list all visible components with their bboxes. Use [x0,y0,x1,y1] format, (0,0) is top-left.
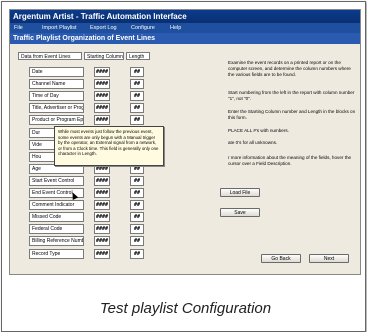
load-file-button[interactable]: Load File [220,188,260,197]
field-label: Date [29,67,84,77]
starting-column-input[interactable]: #### [94,175,110,186]
field-label: Product or Program Episode [29,115,84,126]
field-label: Channel Name [29,79,84,90]
starting-column-input[interactable]: #### [94,248,110,259]
save-button[interactable]: Save [220,208,260,217]
field-label: Record Type [29,248,84,259]
field-label: Title, Advertiser or Program [29,103,84,114]
page-title: Traffic Playlist Organization of Event L… [10,33,360,44]
header-data: Data from Event Lines [18,52,82,60]
menu-help[interactable]: Help [170,23,181,33]
header-starting-column: Starting Column [84,52,124,60]
window-title: Argentum Artist - Traffic Automation Int… [10,10,360,23]
figure-frame: Argentum Artist - Traffic Automation Int… [1,1,366,332]
help-text-6: r more information about the meaning of … [228,155,352,166]
field-label: Billing Reference Number [29,236,84,247]
length-input[interactable]: ## [130,212,144,223]
length-input[interactable]: ## [130,188,144,198]
menu-export-log[interactable]: Export Log [90,23,117,33]
help-text-5: ate 0's for all unknowns. [228,140,278,145]
help-text-4: PLACE ALL #'s with numbers. [228,128,289,133]
next-button[interactable]: Next [309,254,349,263]
field-label: Time of Day [29,91,84,102]
length-input[interactable]: ## [130,67,144,77]
help-text-1: Examine the event records on a printed r… [228,60,351,77]
starting-column-input[interactable]: #### [94,224,110,235]
go-back-button[interactable]: Go Back [261,254,301,263]
length-input[interactable]: ## [130,248,144,259]
starting-column-input[interactable]: #### [94,236,110,247]
app-window: Argentum Artist - Traffic Automation Int… [9,9,361,275]
field-label: Federal Code [29,224,84,235]
starting-column-input[interactable]: #### [94,212,110,223]
field-label: Comment Indicator [29,200,84,211]
menu-import-playlist[interactable]: Import Playlist [42,23,77,33]
field-description-tooltip: While most events just follow the previo… [54,126,164,166]
field-label: Missed Code [29,212,84,223]
length-input[interactable]: ## [130,79,144,90]
length-input[interactable]: ## [130,91,144,102]
starting-column-input[interactable]: #### [94,79,110,90]
help-text-2: Start numbering from the left in the rep… [228,90,355,101]
starting-column-input[interactable]: #### [94,103,110,114]
length-input[interactable]: ## [130,236,144,247]
length-input[interactable]: ## [130,224,144,235]
field-label: Start Event Control [29,175,84,186]
starting-column-input[interactable]: #### [94,115,110,126]
length-input[interactable]: ## [130,175,144,186]
starting-column-input[interactable]: #### [94,91,110,102]
header-length: Length [126,52,150,60]
starting-column-input[interactable]: #### [94,188,110,198]
starting-column-input[interactable]: #### [94,67,110,77]
length-input[interactable]: ## [130,103,144,114]
length-input[interactable]: ## [130,200,144,211]
menu-file[interactable]: File [14,23,23,33]
length-input[interactable]: ## [130,115,144,126]
menu-configure[interactable]: Configure [131,23,155,33]
help-text-3: Enter the Starting Column number and Len… [228,109,356,120]
figure-caption: Test playlist Configuration [99,300,272,317]
starting-column-input[interactable]: #### [94,200,110,211]
menu-bar: File Import Playlist Export Log Configur… [10,23,360,33]
